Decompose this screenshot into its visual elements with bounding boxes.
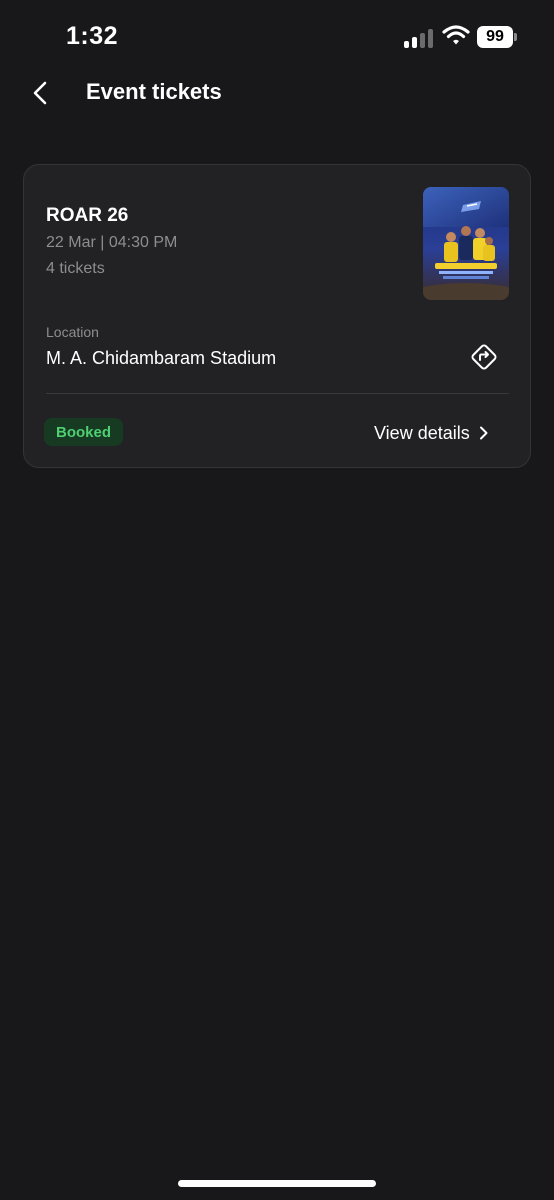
- location-value: M. A. Chidambaram Stadium: [46, 348, 277, 368]
- wifi-icon: [442, 25, 470, 45]
- battery-level: 99: [486, 28, 504, 45]
- event-tickets-screen: 1:32 99 Event tickets ROAR 26 22 Mar | 0…: [0, 0, 554, 1200]
- event-title: ROAR 26: [46, 205, 129, 226]
- status-badge: Booked: [44, 418, 124, 446]
- location-label: Location: [46, 324, 99, 340]
- ticket-card[interactable]: ROAR 26 22 Mar | 04:30 PM 4 tickets Loca…: [23, 164, 531, 468]
- ticket-count: 4 tickets: [46, 260, 105, 277]
- status-bar: 1:32 99: [0, 0, 554, 72]
- divider: [46, 393, 509, 394]
- battery-icon: 99: [477, 26, 513, 48]
- home-indicator[interactable]: [178, 1180, 376, 1187]
- page-title: Event tickets: [86, 79, 222, 104]
- cellular-signal-icon: [404, 26, 434, 48]
- battery-nub: [514, 33, 517, 41]
- back-button[interactable]: [26, 78, 56, 108]
- chevron-right-icon: [479, 426, 488, 440]
- view-details-link[interactable]: View details: [374, 420, 490, 446]
- status-time: 1:32: [66, 22, 119, 50]
- event-poster-image[interactable]: [423, 187, 509, 300]
- directions-icon[interactable]: [469, 342, 499, 372]
- view-details-label: View details: [374, 422, 470, 443]
- event-datetime: 22 Mar | 04:30 PM: [46, 234, 178, 251]
- status-badge-label: Booked: [56, 423, 112, 441]
